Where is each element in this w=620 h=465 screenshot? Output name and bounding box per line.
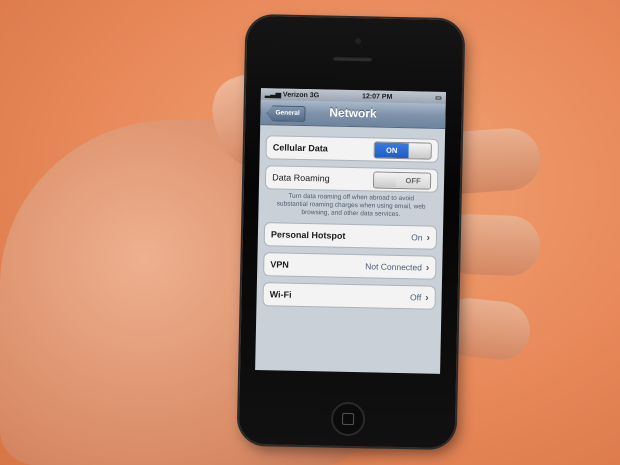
personal-hotspot-label: Personal Hotspot: [270, 229, 346, 241]
signal-icon: ▂▃▅: [264, 91, 282, 99]
battery-icon: ▭: [435, 94, 442, 102]
status-time: 12:07 PM: [361, 92, 393, 101]
toggle-knob: [408, 142, 431, 159]
cellular-data-toggle[interactable]: ON: [373, 140, 432, 160]
data-roaming-row: Data Roaming OFF: [264, 165, 439, 193]
chevron-right-icon: ›: [425, 292, 429, 304]
data-roaming-toggle[interactable]: OFF: [372, 170, 432, 190]
personal-hotspot-value: On ›: [411, 232, 430, 243]
earpiece-speaker: [332, 55, 373, 62]
vpn-label: VPN: [270, 259, 289, 270]
wifi-value: Off ›: [410, 292, 429, 303]
wifi-row[interactable]: Wi-Fi Off ›: [262, 282, 436, 310]
toggle-on-text: ON: [374, 141, 409, 158]
hotspot-status: On: [411, 232, 423, 243]
chevron-right-icon: ›: [425, 262, 430, 274]
carrier-status: ▂▃▅ Verizon 3G: [265, 90, 319, 99]
vpn-status: Not Connected: [365, 261, 423, 273]
roaming-footnote: Turn data roaming off when abroad to avo…: [276, 192, 426, 219]
wifi-status: Off: [410, 292, 422, 303]
chevron-right-icon: ›: [426, 232, 431, 244]
phone-screen: ▂▃▅ Verizon 3G 12:07 PM ▭ General Networ…: [255, 88, 446, 374]
front-camera: [354, 38, 362, 45]
vpn-value: Not Connected ›: [365, 261, 429, 273]
data-roaming-label: Data Roaming: [272, 172, 330, 184]
settings-list: Cellular Data ON Data Roaming OFF Turn d…: [256, 125, 445, 310]
toggle-off-text: OFF: [395, 172, 431, 189]
iphone-device: ▂▃▅ Verizon 3G 12:07 PM ▭ General Networ…: [238, 15, 464, 449]
personal-hotspot-row[interactable]: Personal Hotspot On ›: [263, 222, 438, 250]
wifi-label: Wi-Fi: [269, 289, 292, 300]
vpn-row[interactable]: VPN Not Connected ›: [263, 252, 437, 280]
cellular-data-row: Cellular Data ON: [265, 135, 439, 163]
carrier-name: Verizon: [282, 91, 308, 100]
cellular-data-label: Cellular Data: [272, 142, 328, 154]
toggle-knob: [373, 171, 397, 188]
home-button[interactable]: [330, 401, 366, 437]
network-type: 3G: [309, 92, 320, 100]
navigation-bar: General Network: [260, 100, 446, 129]
